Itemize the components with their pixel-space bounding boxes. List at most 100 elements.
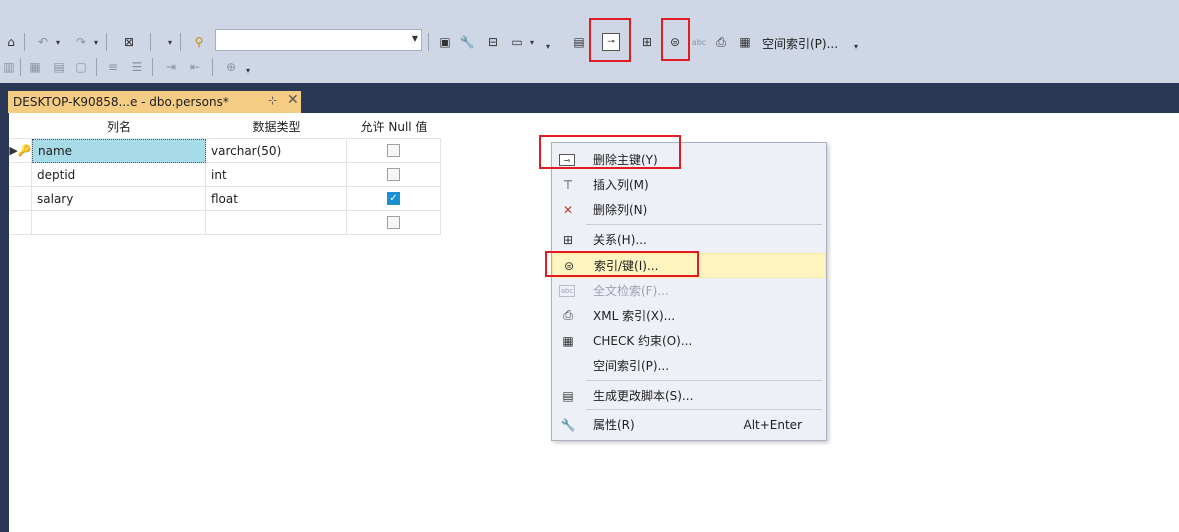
allow-null-cell[interactable] [347,163,441,187]
column-header-type[interactable]: 数据类型 [206,118,347,135]
data-type-cell[interactable]: int [206,163,347,187]
toolbar-area: ⌂ ↶ ▾ ↷ ▾ ⊠ ▾ ⚲ ▼ ▣ 🔧 ⊟ ▭ ▾ ▾ ▤ ⊸ ⊞ ⊜ ab… [0,0,1179,83]
row-selector[interactable] [10,187,32,211]
index-key-icon: ⊜ [563,258,575,273]
row-selector-key-icon[interactable]: ▶ 🔑 [9,139,32,163]
left-rail [0,113,9,532]
menu-separator [586,224,822,225]
primary-key-icon[interactable]: ⊸ [602,33,620,51]
grid-icon[interactable]: ▤ [50,58,68,76]
data-type-cell[interactable] [206,211,347,235]
toolbar-separator [212,58,213,76]
toolbar-overflow-icon[interactable]: ▾ [854,42,858,51]
column-header-name[interactable]: 列名 [32,118,206,135]
wrench-icon[interactable]: 🔧 [458,33,476,51]
xml-index-icon: ⎙ [563,308,573,322]
menu-item-fulltext: abc 全文检索(F)... [552,278,826,303]
menu-item-label: 属性(R) [593,418,635,432]
menu-item-remove-primary-key[interactable]: ⊸ 删除主键(Y) [552,147,826,172]
data-type-cell[interactable]: float [206,187,347,211]
allow-null-checkbox[interactable] [387,168,400,181]
align-icon[interactable]: ≡ [104,58,122,76]
close-icon[interactable]: ✕ [287,92,299,108]
table-row[interactable]: ▶ 🔑 name varchar(50) [9,139,441,163]
row-selector[interactable] [10,211,32,235]
delete-column-icon: ✕ [562,202,574,217]
allow-null-cell[interactable] [347,139,441,163]
menu-item-label: 全文检索(F)... [593,284,669,298]
grid-header: 列名 数据类型 允许 Null 值 [10,115,441,139]
column-name-cell[interactable]: salary [32,187,206,211]
menu-item-label: 关系(H)... [593,233,647,247]
menu-item-relationships[interactable]: ⊞ 关系(H)... [552,227,826,252]
column-name-cell[interactable]: deptid [32,163,206,187]
toolbar-combo[interactable]: ▼ [215,29,422,51]
table-row[interactable]: salary float ✓ [10,187,441,211]
redo-icon[interactable]: ↷ [72,33,90,51]
menu-item-xml-index[interactable]: ⎙ XML 索引(X)... [552,303,826,328]
menu-item-label: 删除列(N) [593,203,648,217]
relationships-icon[interactable]: ⊞ [638,33,656,51]
toolbar-separator [150,33,151,51]
script-icon: ▤ [562,388,574,403]
undo-icon[interactable]: ↶ [34,33,52,51]
row-selector[interactable] [10,163,32,187]
allow-null-checkbox-checked[interactable]: ✓ [387,192,400,205]
context-menu: ⊸ 删除主键(Y) ⊤ 插入列(M) ✕ 删除列(N) ⊞ 关系(H)... ⊜… [551,142,827,441]
window-icon[interactable]: ▭ [508,33,526,51]
menu-item-delete-column[interactable]: ✕ 删除列(N) [552,197,826,222]
generate-script-icon[interactable]: ▤ [570,33,588,51]
menu-item-indexes-keys[interactable]: ⊜ 索引/键(I)... [552,253,826,278]
report-icon[interactable]: ▣ [436,33,454,51]
menu-separator [586,380,822,381]
toolbar-separator [96,58,97,76]
column-name-cell[interactable] [32,211,206,235]
fulltext-icon[interactable]: abc [690,33,708,51]
index-key-icon[interactable]: ⊜ [666,33,684,51]
toolbar-overflow-icon[interactable]: ▾ [546,42,550,51]
indent-icon[interactable]: ⇥ [162,58,180,76]
page-icon[interactable]: ▢ [72,58,90,76]
toolbar-overflow-icon[interactable]: ▾ [246,66,250,75]
menu-item-label: XML 索引(X)... [593,309,676,323]
tab-persons-design[interactable]: DESKTOP-K90858...e - dbo.persons* ⊹ ✕ [8,91,301,113]
layout-icon[interactable]: ▦ [26,58,44,76]
menu-item-properties[interactable]: 🔧 属性(R) Alt+Enter [552,412,826,437]
home-icon[interactable]: ⌂ [2,33,20,51]
xml-index-icon[interactable]: ⎙ [712,33,730,51]
chevron-down-icon[interactable]: ▼ [412,34,418,43]
menu-item-label: 插入列(M) [593,178,649,192]
menu-item-insert-column[interactable]: ⊤ 插入列(M) [552,172,826,197]
allow-null-cell[interactable] [347,211,441,235]
spatial-index-button[interactable]: 空间索引(P)... [762,35,838,52]
allow-null-checkbox[interactable] [387,144,400,157]
toolbar-dropdown-icon[interactable]: ▾ [168,38,172,47]
toolbox-icon[interactable]: ⊟ [484,33,502,51]
table-icon[interactable]: ▥ [0,58,18,76]
undo-dropdown-icon[interactable]: ▾ [56,38,60,47]
column-name-cell[interactable]: name [32,139,206,163]
menu-item-check-constraints[interactable]: ▦ CHECK 约束(O)... [552,328,826,353]
data-type-cell[interactable]: varchar(50) [206,139,347,163]
check-constraint-icon[interactable]: ▦ [736,33,754,51]
toolbar-separator [20,58,21,76]
toolbar-separator [152,58,153,76]
allow-null-checkbox[interactable] [387,216,400,229]
key-icon: ⊸ [559,154,575,166]
find-icon[interactable]: ⚲ [190,33,208,51]
allow-null-cell[interactable]: ✓ [347,187,441,211]
column-header-null[interactable]: 允许 Null 值 [347,118,441,135]
menu-item-spatial-index[interactable]: 空间索引(P)... [552,353,826,378]
window-dropdown-icon[interactable]: ▾ [530,38,534,47]
toolbar-separator [24,33,25,51]
diagram-icon[interactable]: ⊠ [120,33,138,51]
table-row[interactable] [10,211,441,235]
menu-separator [586,409,822,410]
outdent-icon[interactable]: ⇤ [186,58,204,76]
align-right-icon[interactable]: ☰ [128,58,146,76]
table-row[interactable]: deptid int [10,163,441,187]
zoom-icon[interactable]: ⊕ [222,58,240,76]
redo-dropdown-icon[interactable]: ▾ [94,38,98,47]
menu-item-generate-script[interactable]: ▤ 生成更改脚本(S)... [552,383,826,408]
pin-icon[interactable]: ⊹ [268,94,277,107]
